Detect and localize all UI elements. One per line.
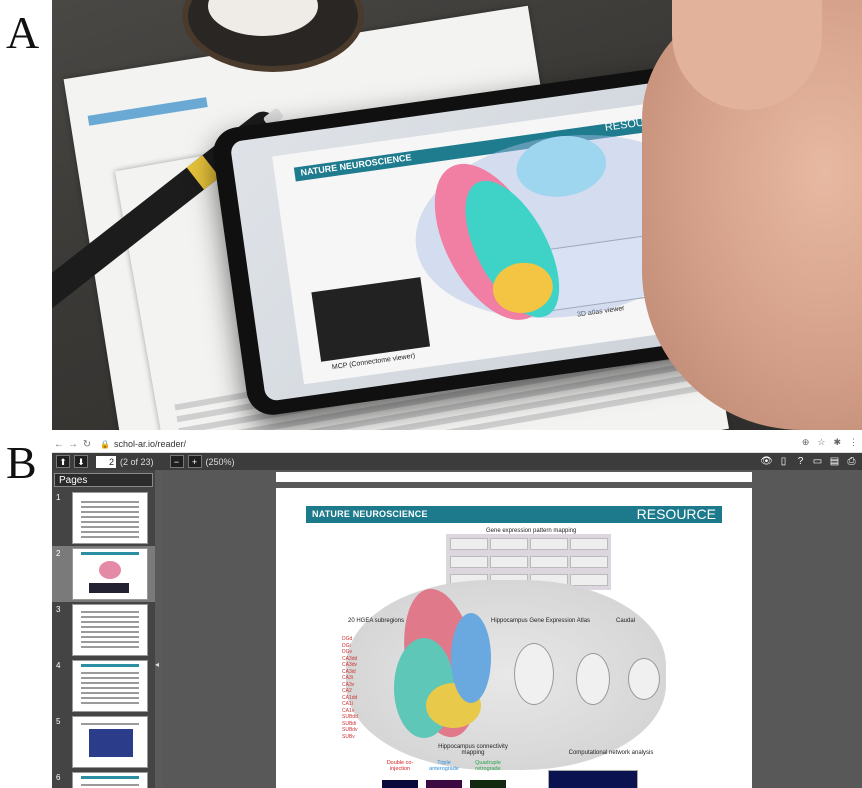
triple-anterograde-image xyxy=(426,780,462,788)
thumbnail-image xyxy=(72,604,148,656)
pages-header: Pages xyxy=(54,473,153,487)
document-viewer: NATURE NEUROSCIENCE RESOURCE Gene expres… xyxy=(163,470,862,788)
zoom-out-button[interactable]: − xyxy=(169,455,184,468)
thumbnail-image xyxy=(72,716,148,768)
page-thumbnail[interactable]: 5 xyxy=(52,714,155,770)
quadruple-retrograde-image xyxy=(470,780,506,788)
help-icon[interactable]: ? xyxy=(794,455,807,468)
back-arrow-icon[interactable]: ← xyxy=(52,439,66,450)
label-double: Double co-injection xyxy=(386,760,414,772)
computational-network-image xyxy=(548,770,638,788)
address-bar: ← → ↻ 🔒 schol-ar.io/reader/ ⊕ ☆ ✱ ⋮ xyxy=(52,436,862,453)
page-thumbnail[interactable]: 4 xyxy=(52,658,155,714)
thumbnail-image xyxy=(72,772,148,788)
browser-window: ← → ↻ 🔒 schol-ar.io/reader/ ⊕ ☆ ✱ ⋮ ⬆ ⬇ … xyxy=(52,436,862,788)
lock-icon: 🔒 xyxy=(100,439,110,449)
page-count: (2 of 23) xyxy=(120,456,154,467)
thumbnail-image xyxy=(72,548,148,600)
page-thumbnail[interactable]: 3 xyxy=(52,602,155,658)
journal-header-band: NATURE NEUROSCIENCE RESOURCE xyxy=(306,506,722,523)
print-icon[interactable]: ⎙ xyxy=(845,455,858,468)
star-icon[interactable]: ☆ xyxy=(817,437,825,448)
section-slice-1 xyxy=(514,643,554,705)
section-slice-2 xyxy=(576,653,610,705)
region-legend: DGd DGi DGv CA3dd CA3dv CA3id CA3i CA3v … xyxy=(342,636,432,740)
folder-icon[interactable]: ▭ xyxy=(811,455,824,468)
resource-label: RESOURCE xyxy=(636,506,716,522)
label-atlas-right: Hippocampus Gene Expression Atlas xyxy=(491,618,591,624)
forward-arrow-icon[interactable]: → xyxy=(66,439,80,450)
legend-item: SUBv xyxy=(342,733,355,740)
menu-icon[interactable]: ⋮ xyxy=(849,437,858,448)
label-atlas: 20 HGEA subregions xyxy=(348,618,405,624)
reload-icon[interactable]: ↻ xyxy=(80,439,94,450)
zoom-level: (250%) xyxy=(205,456,235,467)
eye-icon[interactable]: 👁 xyxy=(760,455,773,468)
panel-label-a: A xyxy=(6,7,40,58)
page-thumbnail-selected[interactable]: 2 xyxy=(52,546,155,602)
thumbnail-number: 5 xyxy=(56,717,61,726)
previous-page-button[interactable]: ⬆ xyxy=(56,455,70,468)
double-coinjection-image xyxy=(382,780,418,788)
page-thumbnail[interactable]: 6 xyxy=(52,770,155,788)
page-number-input[interactable]: 2 xyxy=(96,455,116,468)
extensions-icon[interactable]: ✱ xyxy=(833,437,841,448)
page-thumbnail[interactable]: 1 xyxy=(52,490,155,546)
phone-connectome-image xyxy=(311,277,431,362)
zoom-icon[interactable]: ⊕ xyxy=(802,437,810,448)
ar-photo: NATURE NEUROSCIENCE RESOURCE MCP (Connec… xyxy=(52,0,862,430)
thumbnail-image xyxy=(72,492,148,544)
url-text[interactable]: schol-ar.io/reader/ xyxy=(114,439,186,449)
label-computational: Computational network analysis xyxy=(568,750,654,756)
document-icon[interactable]: ▤ xyxy=(828,455,841,468)
journal-name: NATURE NEUROSCIENCE xyxy=(312,509,428,519)
thumbnail-number: 6 xyxy=(56,773,61,782)
label-caudal: Caudal xyxy=(616,618,636,624)
next-page-button[interactable]: ⬇ xyxy=(74,455,88,468)
thumbnail-number: 2 xyxy=(56,549,61,558)
document-page: NATURE NEUROSCIENCE RESOURCE Gene expres… xyxy=(276,488,752,788)
previous-page-edge xyxy=(276,472,752,482)
thumbnail-number: 1 xyxy=(56,493,61,502)
label-triple: Triple anterograde xyxy=(429,760,459,772)
reader-toolbar: ⬆ ⬇ 2 (2 of 23) − + (250%) 👁 ▯ ? ▭ ▤ ⎙ xyxy=(52,453,862,470)
thumbnail-image xyxy=(72,660,148,712)
section-slice-3 xyxy=(628,658,660,700)
sidebar-collapse-icon[interactable]: ◂ xyxy=(155,660,163,672)
thumbnail-number: 4 xyxy=(56,661,61,670)
thumbnail-number: 3 xyxy=(56,605,61,614)
hippocampus-blue xyxy=(451,613,491,703)
label-quadruple: Quadruple retrograde xyxy=(475,760,501,772)
phone-icon[interactable]: ▯ xyxy=(777,455,790,468)
label-connectivity: Hippocampus connectivity mapping xyxy=(438,744,508,756)
panel-label-b: B xyxy=(6,437,37,488)
pages-sidebar: Pages 1 2 3 4 5 6 xyxy=(52,470,155,788)
zoom-in-button[interactable]: + xyxy=(187,455,202,468)
